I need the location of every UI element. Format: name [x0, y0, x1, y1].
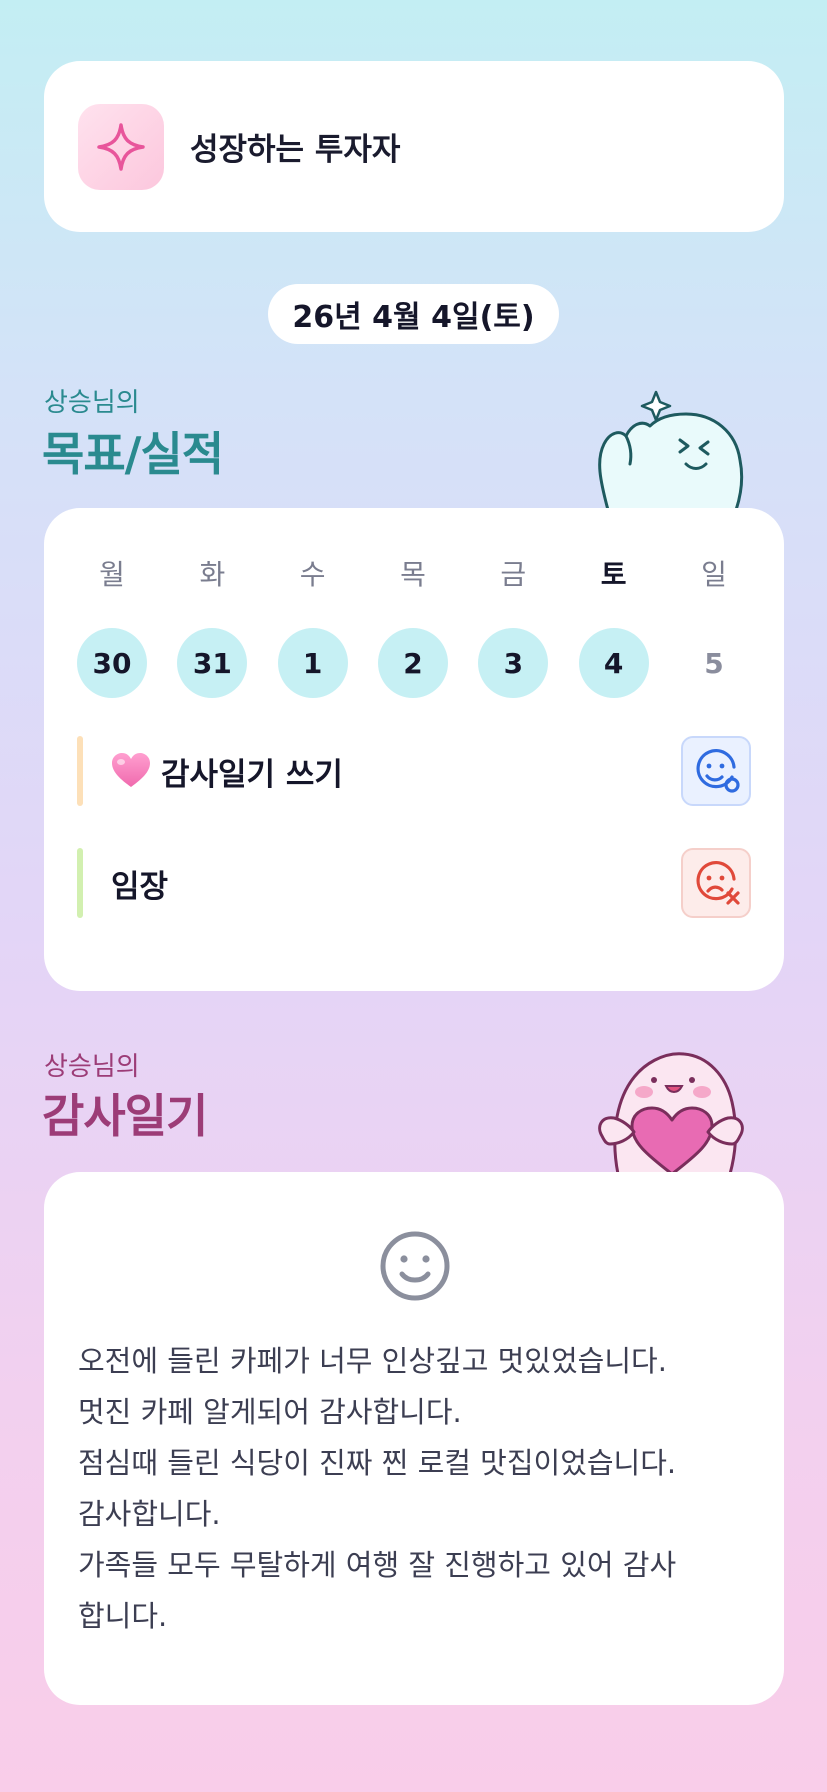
goals-section-subtitle: 상승님의 — [44, 388, 140, 418]
diary-line: 합니다. — [78, 1599, 168, 1633]
smile-check-icon — [696, 749, 740, 793]
goal-color-bar — [77, 848, 83, 918]
goal-item[interactable]: 감사일기 쓰기 — [77, 736, 751, 806]
day-number-selected[interactable]: 4 — [578, 628, 649, 698]
diary-section-title: 감사일기 — [42, 1089, 208, 1143]
day-label-selected: 토 — [600, 558, 627, 591]
diary-card[interactable]: 오전에 들린 카페가 너무 인상깊고 멋있었습니다. 멋진 카페 알게되어 감사… — [44, 1172, 784, 1705]
diary-section-subtitle: 상승님의 — [44, 1052, 140, 1082]
goal-item[interactable]: 임장 — [77, 848, 751, 918]
profile-card[interactable]: 성장하는 투자자 — [44, 61, 784, 232]
day-label: 일 — [701, 558, 727, 591]
diary-line: 가족들 모두 무탈하게 여행 잘 진행하고 있어 감사 — [78, 1548, 677, 1582]
diary-line: 점심때 들린 식당이 진짜 찐 로컬 맛집이었습니다. — [78, 1446, 677, 1480]
pink-mascot-icon — [598, 1052, 744, 1174]
day-label: 금 — [500, 558, 527, 591]
profile-title: 성장하는 투자자 — [190, 132, 401, 168]
day-tue[interactable]: 화 31 — [177, 508, 248, 698]
day-label: 목 — [400, 558, 426, 591]
smile-face-icon — [380, 1231, 450, 1301]
day-number[interactable]: 5 — [679, 628, 749, 698]
diary-text: 오전에 들린 카페가 너무 인상깊고 멋있었습니다. 멋진 카페 알게되어 감사… — [78, 1336, 758, 1642]
goal-name-wrap: 감사일기 쓰기 — [111, 749, 343, 794]
day-number[interactable]: 2 — [377, 628, 448, 698]
day-number[interactable]: 3 — [478, 628, 549, 698]
diary-line: 감사합니다. — [78, 1497, 221, 1531]
goal-name: 감사일기 쓰기 — [161, 756, 343, 793]
day-label: 수 — [299, 558, 326, 591]
day-thu[interactable]: 목 2 — [377, 508, 448, 698]
day-label: 월 — [99, 558, 125, 591]
heart-icon — [111, 753, 151, 789]
goal-name: 임장 — [111, 868, 169, 905]
day-number[interactable]: 1 — [277, 628, 348, 698]
diary-line: 오전에 들린 카페가 너무 인상깊고 멋있었습니다. — [78, 1344, 667, 1378]
week-calendar: 월 30 화 31 수 1 목 2 금 3 토 4 일 5 — [77, 508, 749, 698]
day-sat[interactable]: 토 4 — [578, 508, 649, 698]
day-mon[interactable]: 월 30 — [77, 508, 147, 698]
sad-x-icon — [696, 861, 740, 905]
day-number[interactable]: 31 — [177, 628, 248, 698]
day-wed[interactable]: 수 1 — [277, 508, 348, 698]
day-label: 화 — [199, 558, 226, 591]
goal-status-missed-button[interactable] — [681, 848, 751, 918]
day-sun[interactable]: 일 5 — [679, 508, 749, 698]
date-selector[interactable]: 26년 4월 4일(토) — [268, 284, 559, 344]
goal-status-achieved-button[interactable] — [681, 736, 751, 806]
ghost-mascot-icon — [598, 390, 744, 510]
diary-line: 멋진 카페 알게되어 감사합니다. — [78, 1395, 462, 1429]
goals-section-title: 목표/실적 — [42, 427, 224, 481]
goal-color-bar — [77, 736, 83, 806]
goals-card: 월 30 화 31 수 1 목 2 금 3 토 4 일 5 감사일기 쓰기 임장 — [44, 508, 784, 991]
day-number[interactable]: 30 — [77, 628, 147, 698]
day-fri[interactable]: 금 3 — [478, 508, 549, 698]
sparkle-icon — [78, 104, 164, 190]
